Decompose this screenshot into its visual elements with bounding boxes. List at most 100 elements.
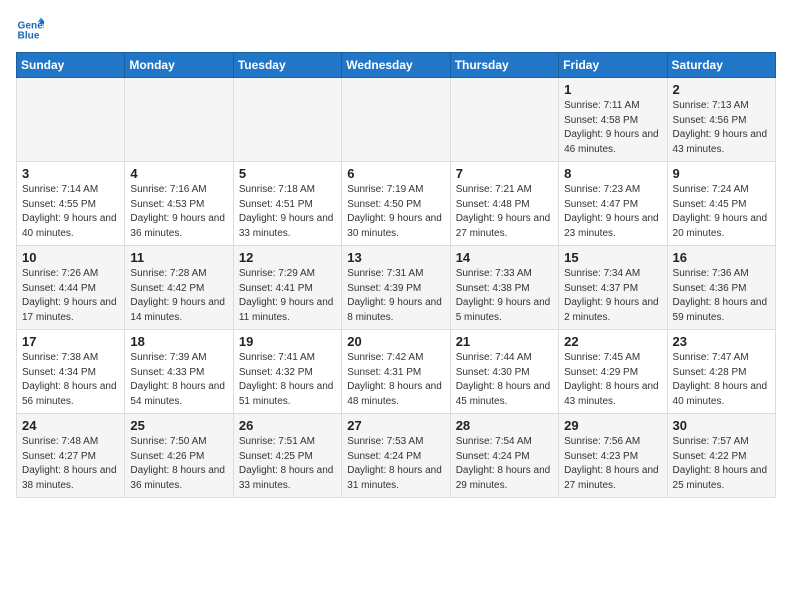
day-number: 28 [456, 418, 553, 433]
day-number: 16 [673, 250, 770, 265]
calendar-cell: 29 Sunrise: 7:56 AM Sunset: 4:23 PM Dayli… [559, 414, 667, 498]
day-number: 17 [22, 334, 119, 349]
calendar-cell: 28 Sunrise: 7:54 AM Sunset: 4:24 PM Dayli… [450, 414, 558, 498]
day-number: 7 [456, 166, 553, 181]
day-info: Sunrise: 7:31 AM Sunset: 4:39 PM Dayligh… [347, 267, 444, 325]
day-number: 29 [564, 418, 661, 433]
calendar-week-row: 10Sunrise: 7:26 AM Sunset: 4:44 PM Dayli… [17, 246, 776, 330]
calendar-cell: 9 Sunrise: 7:24 AM Sunset: 4:45 PM Daylig… [667, 162, 775, 246]
col-header-saturday: Saturday [667, 53, 775, 78]
day-number: 9 [673, 166, 770, 181]
calendar-cell [125, 78, 233, 162]
day-info: Sunrise: 7:42 AM Sunset: 4:31 PM Dayligh… [347, 351, 444, 409]
day-info: Sunrise: 7:24 AM Sunset: 4:45 PM Dayligh… [673, 183, 770, 241]
calendar-cell: 25 Sunrise: 7:50 AM Sunset: 4:26 PM Dayli… [125, 414, 233, 498]
day-number: 2 [673, 82, 770, 97]
day-info: Sunrise: 7:23 AM Sunset: 4:47 PM Dayligh… [564, 183, 661, 241]
calendar-week-row: 1 Sunrise: 7:11 AM Sunset: 4:58 PM Daylig… [17, 78, 776, 162]
calendar-cell: 11 Sunrise: 7:28 AM Sunset: 4:42 PM Dayli… [125, 246, 233, 330]
day-number: 25 [130, 418, 227, 433]
col-header-monday: Monday [125, 53, 233, 78]
page-header: General Blue [16, 16, 776, 44]
day-info: Sunrise: 7:54 AM Sunset: 4:24 PM Dayligh… [456, 435, 553, 493]
col-header-friday: Friday [559, 53, 667, 78]
calendar-cell: 20Sunrise: 7:42 AM Sunset: 4:31 PM Dayli… [342, 330, 450, 414]
day-number: 14 [456, 250, 553, 265]
calendar-cell: 24 Sunrise: 7:48 AM Sunset: 4:27 PM Dayli… [17, 414, 125, 498]
day-number: 1 [564, 82, 661, 97]
calendar-cell: 12 Sunrise: 7:29 AM Sunset: 4:41 PM Dayli… [233, 246, 341, 330]
day-info: Sunrise: 7:19 AM Sunset: 4:50 PM Dayligh… [347, 183, 444, 241]
day-number: 27 [347, 418, 444, 433]
col-header-tuesday: Tuesday [233, 53, 341, 78]
calendar-table: SundayMondayTuesdayWednesdayThursdayFrid… [16, 52, 776, 498]
calendar-cell: 22 Sunrise: 7:45 AM Sunset: 4:29 PM Dayli… [559, 330, 667, 414]
calendar-cell [233, 78, 341, 162]
calendar-cell: 10Sunrise: 7:26 AM Sunset: 4:44 PM Dayli… [17, 246, 125, 330]
logo-icon: General Blue [16, 16, 44, 44]
day-number: 12 [239, 250, 336, 265]
calendar-cell: 15 Sunrise: 7:34 AM Sunset: 4:37 PM Dayli… [559, 246, 667, 330]
day-info: Sunrise: 7:44 AM Sunset: 4:30 PM Dayligh… [456, 351, 553, 409]
calendar-week-row: 3 Sunrise: 7:14 AM Sunset: 4:55 PM Daylig… [17, 162, 776, 246]
day-info: Sunrise: 7:41 AM Sunset: 4:32 PM Dayligh… [239, 351, 336, 409]
day-number: 21 [456, 334, 553, 349]
day-number: 26 [239, 418, 336, 433]
calendar-cell: 14 Sunrise: 7:33 AM Sunset: 4:38 PM Dayli… [450, 246, 558, 330]
day-number: 24 [22, 418, 119, 433]
calendar-cell: 3 Sunrise: 7:14 AM Sunset: 4:55 PM Daylig… [17, 162, 125, 246]
day-info: Sunrise: 7:28 AM Sunset: 4:42 PM Dayligh… [130, 267, 227, 325]
day-info: Sunrise: 7:14 AM Sunset: 4:55 PM Dayligh… [22, 183, 119, 241]
day-number: 11 [130, 250, 227, 265]
day-number: 19 [239, 334, 336, 349]
calendar-cell: 1 Sunrise: 7:11 AM Sunset: 4:58 PM Daylig… [559, 78, 667, 162]
day-info: Sunrise: 7:11 AM Sunset: 4:58 PM Dayligh… [564, 99, 661, 157]
day-number: 5 [239, 166, 336, 181]
calendar-cell: 7 Sunrise: 7:21 AM Sunset: 4:48 PM Daylig… [450, 162, 558, 246]
day-info: Sunrise: 7:29 AM Sunset: 4:41 PM Dayligh… [239, 267, 336, 325]
day-info: Sunrise: 7:48 AM Sunset: 4:27 PM Dayligh… [22, 435, 119, 493]
day-info: Sunrise: 7:18 AM Sunset: 4:51 PM Dayligh… [239, 183, 336, 241]
day-info: Sunrise: 7:36 AM Sunset: 4:36 PM Dayligh… [673, 267, 770, 325]
day-number: 22 [564, 334, 661, 349]
day-info: Sunrise: 7:56 AM Sunset: 4:23 PM Dayligh… [564, 435, 661, 493]
col-header-thursday: Thursday [450, 53, 558, 78]
day-info: Sunrise: 7:45 AM Sunset: 4:29 PM Dayligh… [564, 351, 661, 409]
day-number: 30 [673, 418, 770, 433]
calendar-cell: 26Sunrise: 7:51 AM Sunset: 4:25 PM Dayli… [233, 414, 341, 498]
day-info: Sunrise: 7:53 AM Sunset: 4:24 PM Dayligh… [347, 435, 444, 493]
calendar-cell: 16 Sunrise: 7:36 AM Sunset: 4:36 PM Dayli… [667, 246, 775, 330]
calendar-cell: 27 Sunrise: 7:53 AM Sunset: 4:24 PM Dayli… [342, 414, 450, 498]
calendar-cell: 18 Sunrise: 7:39 AM Sunset: 4:33 PM Dayli… [125, 330, 233, 414]
day-info: Sunrise: 7:38 AM Sunset: 4:34 PM Dayligh… [22, 351, 119, 409]
day-info: Sunrise: 7:57 AM Sunset: 4:22 PM Dayligh… [673, 435, 770, 493]
svg-text:Blue: Blue [18, 31, 40, 42]
day-info: Sunrise: 7:50 AM Sunset: 4:26 PM Dayligh… [130, 435, 227, 493]
calendar-week-row: 24 Sunrise: 7:48 AM Sunset: 4:27 PM Dayli… [17, 414, 776, 498]
day-info: Sunrise: 7:16 AM Sunset: 4:53 PM Dayligh… [130, 183, 227, 241]
calendar-cell: 30 Sunrise: 7:57 AM Sunset: 4:22 PM Dayli… [667, 414, 775, 498]
calendar-cell: 6 Sunrise: 7:19 AM Sunset: 4:50 PM Daylig… [342, 162, 450, 246]
day-info: Sunrise: 7:39 AM Sunset: 4:33 PM Dayligh… [130, 351, 227, 409]
day-info: Sunrise: 7:21 AM Sunset: 4:48 PM Dayligh… [456, 183, 553, 241]
calendar-cell: 23Sunrise: 7:47 AM Sunset: 4:28 PM Dayli… [667, 330, 775, 414]
calendar-cell: 5 Sunrise: 7:18 AM Sunset: 4:51 PM Daylig… [233, 162, 341, 246]
calendar-cell: 17 Sunrise: 7:38 AM Sunset: 4:34 PM Dayli… [17, 330, 125, 414]
calendar-cell: 13Sunrise: 7:31 AM Sunset: 4:39 PM Dayli… [342, 246, 450, 330]
day-number: 15 [564, 250, 661, 265]
logo: General Blue [16, 16, 44, 44]
col-header-wednesday: Wednesday [342, 53, 450, 78]
calendar-cell: 8Sunrise: 7:23 AM Sunset: 4:47 PM Daylig… [559, 162, 667, 246]
calendar-cell: 21 Sunrise: 7:44 AM Sunset: 4:30 PM Dayli… [450, 330, 558, 414]
calendar-week-row: 17 Sunrise: 7:38 AM Sunset: 4:34 PM Dayli… [17, 330, 776, 414]
calendar-cell: 4 Sunrise: 7:16 AM Sunset: 4:53 PM Daylig… [125, 162, 233, 246]
day-info: Sunrise: 7:13 AM Sunset: 4:56 PM Dayligh… [673, 99, 770, 157]
day-info: Sunrise: 7:33 AM Sunset: 4:38 PM Dayligh… [456, 267, 553, 325]
day-number: 4 [130, 166, 227, 181]
day-info: Sunrise: 7:47 AM Sunset: 4:28 PM Dayligh… [673, 351, 770, 409]
day-number: 18 [130, 334, 227, 349]
day-number: 3 [22, 166, 119, 181]
day-number: 6 [347, 166, 444, 181]
day-info: Sunrise: 7:34 AM Sunset: 4:37 PM Dayligh… [564, 267, 661, 325]
calendar-cell: 2 Sunrise: 7:13 AM Sunset: 4:56 PM Daylig… [667, 78, 775, 162]
